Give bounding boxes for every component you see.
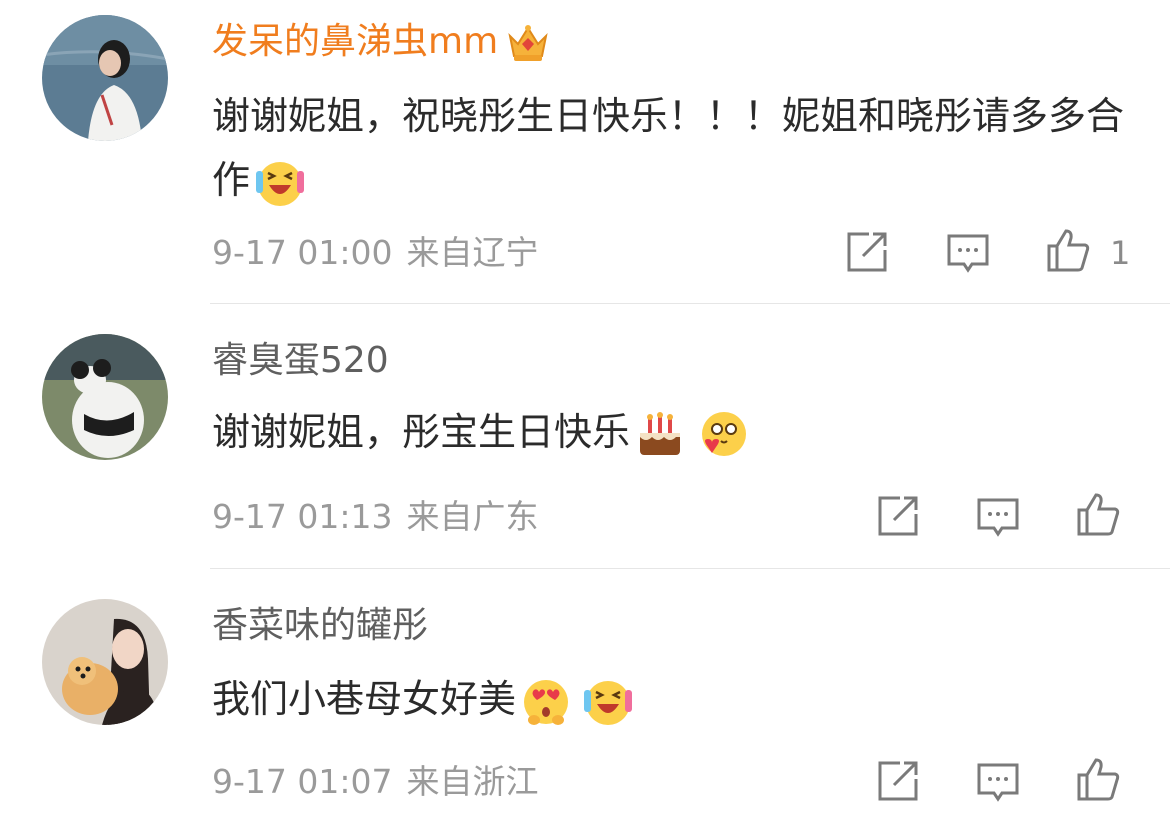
share-icon[interactable] xyxy=(876,759,920,803)
laugh-cry-emoji-icon xyxy=(256,161,305,206)
comment-location: 来自浙江 xyxy=(406,762,539,801)
vip-crown-icon xyxy=(508,25,548,61)
comment-location: 来自辽宁 xyxy=(406,233,539,272)
comment-text: 谢谢妮姐，彤宝生日快乐 xyxy=(212,400,1142,464)
username[interactable]: 发呆的鼻涕虫mm xyxy=(212,20,550,64)
comment-meta: 9-17 01:07 来自浙江 xyxy=(212,762,539,802)
like-count: 1 xyxy=(1110,234,1131,272)
comment-time: 9-17 01:00 xyxy=(212,233,393,272)
comment-icon[interactable] xyxy=(946,232,990,276)
username[interactable]: 睿臭蛋520 xyxy=(212,339,389,383)
like-icon[interactable] xyxy=(1076,757,1120,801)
comment-time: 9-17 01:13 xyxy=(212,497,393,536)
share-icon[interactable] xyxy=(845,230,889,274)
cake-emoji-icon xyxy=(640,411,681,455)
comment-text: 谢谢妮姐，祝晓彤生日快乐！！！妮姐和晓彤请多多合作 xyxy=(212,84,1142,212)
avatar[interactable] xyxy=(42,599,168,725)
comment-text: 我们小巷母女好美 xyxy=(212,667,1142,731)
avatar[interactable] xyxy=(42,334,168,460)
comment-meta: 9-17 01:00 来自辽宁 xyxy=(212,233,539,273)
comment-item: 发呆的鼻涕虫mm 谢谢妮姐，祝晓彤生日快乐！！！妮姐和晓彤请多多合作 9-17 … xyxy=(0,0,1170,303)
username[interactable]: 香菜味的罐彤 xyxy=(212,604,428,648)
comment-meta: 9-17 01:13 来自广东 xyxy=(212,497,539,537)
laugh-cry-emoji-icon xyxy=(584,680,633,725)
like-icon[interactable] xyxy=(1076,492,1120,536)
like-icon[interactable] xyxy=(1046,228,1090,272)
comment-icon[interactable] xyxy=(976,761,1020,805)
comment-time: 9-17 01:07 xyxy=(212,762,393,801)
comment-item: 睿臭蛋520 谢谢妮姐，彤宝生日快乐 9-17 01:13 来自广东 xyxy=(0,304,1170,568)
love-emoji-icon xyxy=(702,411,747,456)
comment-location: 来自广东 xyxy=(406,497,539,536)
share-icon[interactable] xyxy=(876,494,920,538)
comment-icon[interactable] xyxy=(976,496,1020,540)
heart-eyes-emoji-icon xyxy=(524,679,569,725)
comment-item: 香菜味的罐彤 我们小巷母女好美 9-17 01:07 来自浙江 xyxy=(0,569,1170,830)
avatar[interactable] xyxy=(42,15,168,141)
